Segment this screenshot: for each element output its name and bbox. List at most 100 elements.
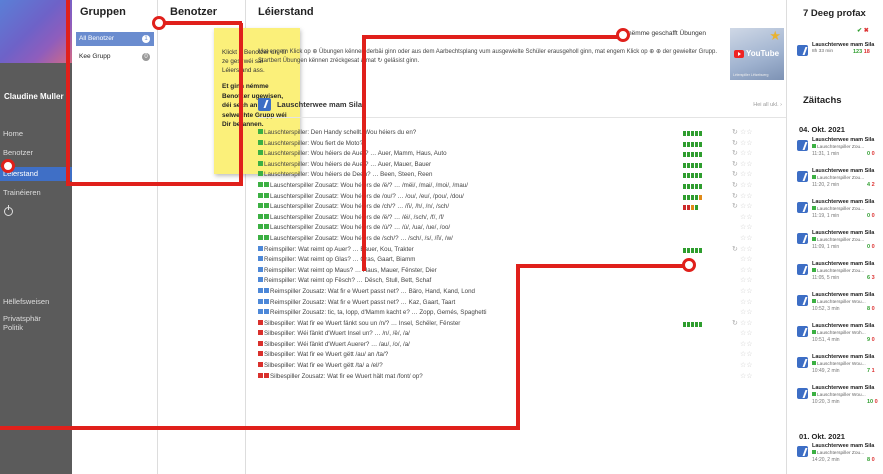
exercise-row[interactable]: Silbespiller: Wat fir ee Wuert gëtt /au/… [258, 350, 786, 361]
exercise-row[interactable]: Silbespiller: Wat fir ee Wuert fänkt sou… [258, 319, 786, 330]
reset-icon[interactable]: ↻ [732, 128, 738, 139]
timeline-item[interactable]: Lauschterwee mam Sila Lauschterspiller Zo… [797, 137, 883, 161]
stars-icon[interactable]: ☆☆ [740, 350, 753, 361]
exercise-row[interactable]: Lauschterspiller: Wou héiers de Deen? … … [258, 170, 786, 181]
exercise-row[interactable]: Lauschterspiller Zousatz: Wou héiers de … [258, 181, 786, 192]
only-done-filter[interactable]: nëmme geschafft Übungen [621, 30, 706, 37]
timeline-item[interactable]: Lauschterwee mam Sila Lauschterspiller Wo… [797, 354, 883, 378]
reset-icon[interactable]: ↻ [732, 160, 738, 171]
groups-title: Gruppen [80, 6, 126, 18]
exercise-row[interactable]: Silbespiller: Wéi fänkt d'Wuert Auerer? … [258, 340, 786, 351]
stars-icon[interactable]: ☆☆ [740, 149, 753, 160]
group-no-group[interactable]: Kee Grupp 0 [76, 50, 154, 64]
exercise-row[interactable]: Silbespiller Zousatz: Wat fir ee Wuert h… [258, 372, 786, 383]
stars-icon[interactable]: ☆☆ [740, 266, 753, 277]
reset-icon[interactable]: ↻ [732, 202, 738, 213]
timeline-item[interactable]: Lauschterwee mam Sila Lauschterspiller Zo… [797, 230, 883, 254]
exercise-row[interactable]: Lauschterspiller Zousatz: Wou héiers de … [258, 213, 786, 224]
show-all-link[interactable]: Hei all ukl. › [753, 102, 782, 108]
exercise-row[interactable]: Silbespiller: Wat fir ee Wuert gëtt /ta/… [258, 361, 786, 372]
stars-icon[interactable]: ☆☆ [740, 181, 753, 192]
activity-score: 0 0 [867, 151, 875, 157]
exercise-row[interactable]: Lauschterspiller: Wou fiert de Moto? ↻ ☆☆ [258, 139, 786, 150]
youtube-tutorial-thumbnail[interactable]: ★ YouTube Léierspiller Lëtzebuerg [730, 28, 784, 80]
result-segment [691, 321, 694, 327]
activity-name: Lauschterwee mam Sila [812, 230, 875, 236]
result-segment [687, 205, 690, 211]
nav-help[interactable]: Hëllefsweisen [0, 297, 72, 306]
activity-name: Lauschterwee mam Sila [812, 261, 875, 267]
stars-icon[interactable]: ☆☆ [740, 372, 753, 383]
exercise-row[interactable]: Lauschterspiller Zousatz: Wou héiers de … [258, 202, 786, 213]
exercise-type-icon [258, 309, 263, 315]
reset-icon[interactable]: ↻ [732, 319, 738, 330]
timeline-item[interactable]: Lauschterwee mam Sila Lauschterspiller Zo… [797, 168, 883, 192]
result-segment [687, 173, 690, 179]
activity-score: 8 0 [867, 457, 875, 463]
stars-icon[interactable]: ☆☆ [740, 245, 753, 256]
exercise-row[interactable]: Reimspiller Zousatz: Wat fir e Wuert pas… [258, 287, 786, 298]
activity-time: 11:09, 1 min [812, 244, 840, 250]
stars-icon[interactable]: ☆☆ [740, 308, 753, 319]
exercise-row[interactable]: Lauschterspiller Zousatz: Wou héiers de … [258, 192, 786, 203]
result-segment [691, 173, 694, 179]
stars-icon[interactable]: ☆☆ [740, 287, 753, 298]
exercise-row[interactable]: Lauschterspiller Zousatz: Wou héiers de … [258, 223, 786, 234]
nav-policy[interactable]: Politik [0, 323, 72, 332]
reset-icon[interactable]: ↻ [732, 181, 738, 192]
group-all-users[interactable]: All Benotzer 1 [76, 32, 154, 46]
exercise-row[interactable]: Silbespiller: Wéi fänkt d'Wuert Insel un… [258, 329, 786, 340]
timeline-item[interactable]: Lauschterwee mam Sila Lauschterspiller Wo… [797, 323, 883, 347]
stars-icon[interactable]: ☆☆ [740, 192, 753, 203]
exercise-row[interactable]: Lauschterspiller Zousatz: Wou héiers de … [258, 234, 786, 245]
stars-icon[interactable]: ☆☆ [740, 276, 753, 287]
exercise-row[interactable]: Reimspiller: Wat reimt op Fësch? … Dësch… [258, 276, 786, 287]
nav-privacy[interactable]: Privatsphär [0, 314, 72, 323]
timeline-item[interactable]: Lauschterwee mam Sila Lauschterspiller Wo… [797, 292, 883, 316]
exercise-row[interactable]: Reimspiller: Wat reimt op Auer? … Bauer,… [258, 245, 786, 256]
result-segment [695, 141, 698, 147]
nav-users[interactable]: Benotzer [0, 148, 72, 157]
timeline-item[interactable]: Lauschterwee mam Sila Lauschterspiller Zo… [797, 443, 883, 467]
stars-icon[interactable]: ☆☆ [740, 298, 753, 309]
nav-training[interactable]: Trainéieren [0, 188, 72, 197]
progress-bar [683, 226, 705, 231]
reset-icon[interactable]: ↻ [732, 149, 738, 160]
annotation-circle [616, 28, 630, 42]
stars-icon[interactable]: ☆☆ [740, 128, 753, 139]
app-logo[interactable] [0, 0, 72, 63]
stars-icon[interactable]: ☆☆ [740, 170, 753, 181]
timeline-item[interactable]: Lauschterwee mam Sila Lauschterspiller Zo… [797, 261, 883, 285]
exercise-row[interactable]: Lauschterspiller: Wou héiers de Auer? … … [258, 160, 786, 171]
stars-icon[interactable]: ☆☆ [740, 319, 753, 330]
activity-name: Lauschterwee mam Sila [812, 42, 875, 48]
reset-icon[interactable]: ↻ [732, 139, 738, 150]
stars-icon[interactable]: ☆☆ [740, 234, 753, 245]
stars-icon[interactable]: ☆☆ [740, 139, 753, 150]
reset-icon[interactable]: ↻ [732, 245, 738, 256]
exercise-title: Silbespiller Zousatz: Wat fir ee Wuert h… [270, 372, 423, 380]
stars-icon[interactable]: ☆☆ [740, 160, 753, 171]
exercise-row[interactable]: Lauschterspiller: Den Handy schellt. Wou… [258, 128, 786, 139]
exercise-row[interactable]: Reimspiller Zousatz: tic, ta, lopp, d'Ma… [258, 308, 786, 319]
stars-icon[interactable]: ☆☆ [740, 329, 753, 340]
stars-icon[interactable]: ☆☆ [740, 213, 753, 224]
timeline-item[interactable]: Lauschterwee mam Sila Lauschterspiller Wo… [797, 385, 883, 409]
stars-icon[interactable]: ☆☆ [740, 340, 753, 351]
nav-home[interactable]: Home [0, 129, 72, 138]
timeline-item[interactable]: Lauschterwee mam Sila Lauschterspiller Zo… [797, 199, 883, 223]
seven-days-item[interactable]: Lauschterwee mam Sila 8h 33 min 123 18 [797, 42, 883, 66]
result-segment [687, 194, 690, 200]
stars-icon[interactable]: ☆☆ [740, 255, 753, 266]
stars-icon[interactable]: ☆☆ [740, 223, 753, 234]
exercise-row[interactable]: Lauschterspiller: Wou héiers de Auer? … … [258, 149, 786, 160]
exercise-type-icon [264, 287, 269, 293]
reset-icon[interactable]: ↻ [732, 170, 738, 181]
stars-icon[interactable]: ☆☆ [740, 202, 753, 213]
stars-icon[interactable]: ☆☆ [740, 361, 753, 372]
power-icon[interactable] [4, 205, 13, 216]
exercise-row[interactable]: Reimspiller Zousatz: Wat fir e Wuert pas… [258, 298, 786, 309]
exercise-title: Lauschterspiller Zousatz: Wou héiers de … [270, 224, 451, 232]
reset-icon[interactable]: ↻ [732, 192, 738, 203]
activity-sub: Lauschterspiller Woh... [812, 330, 866, 336]
